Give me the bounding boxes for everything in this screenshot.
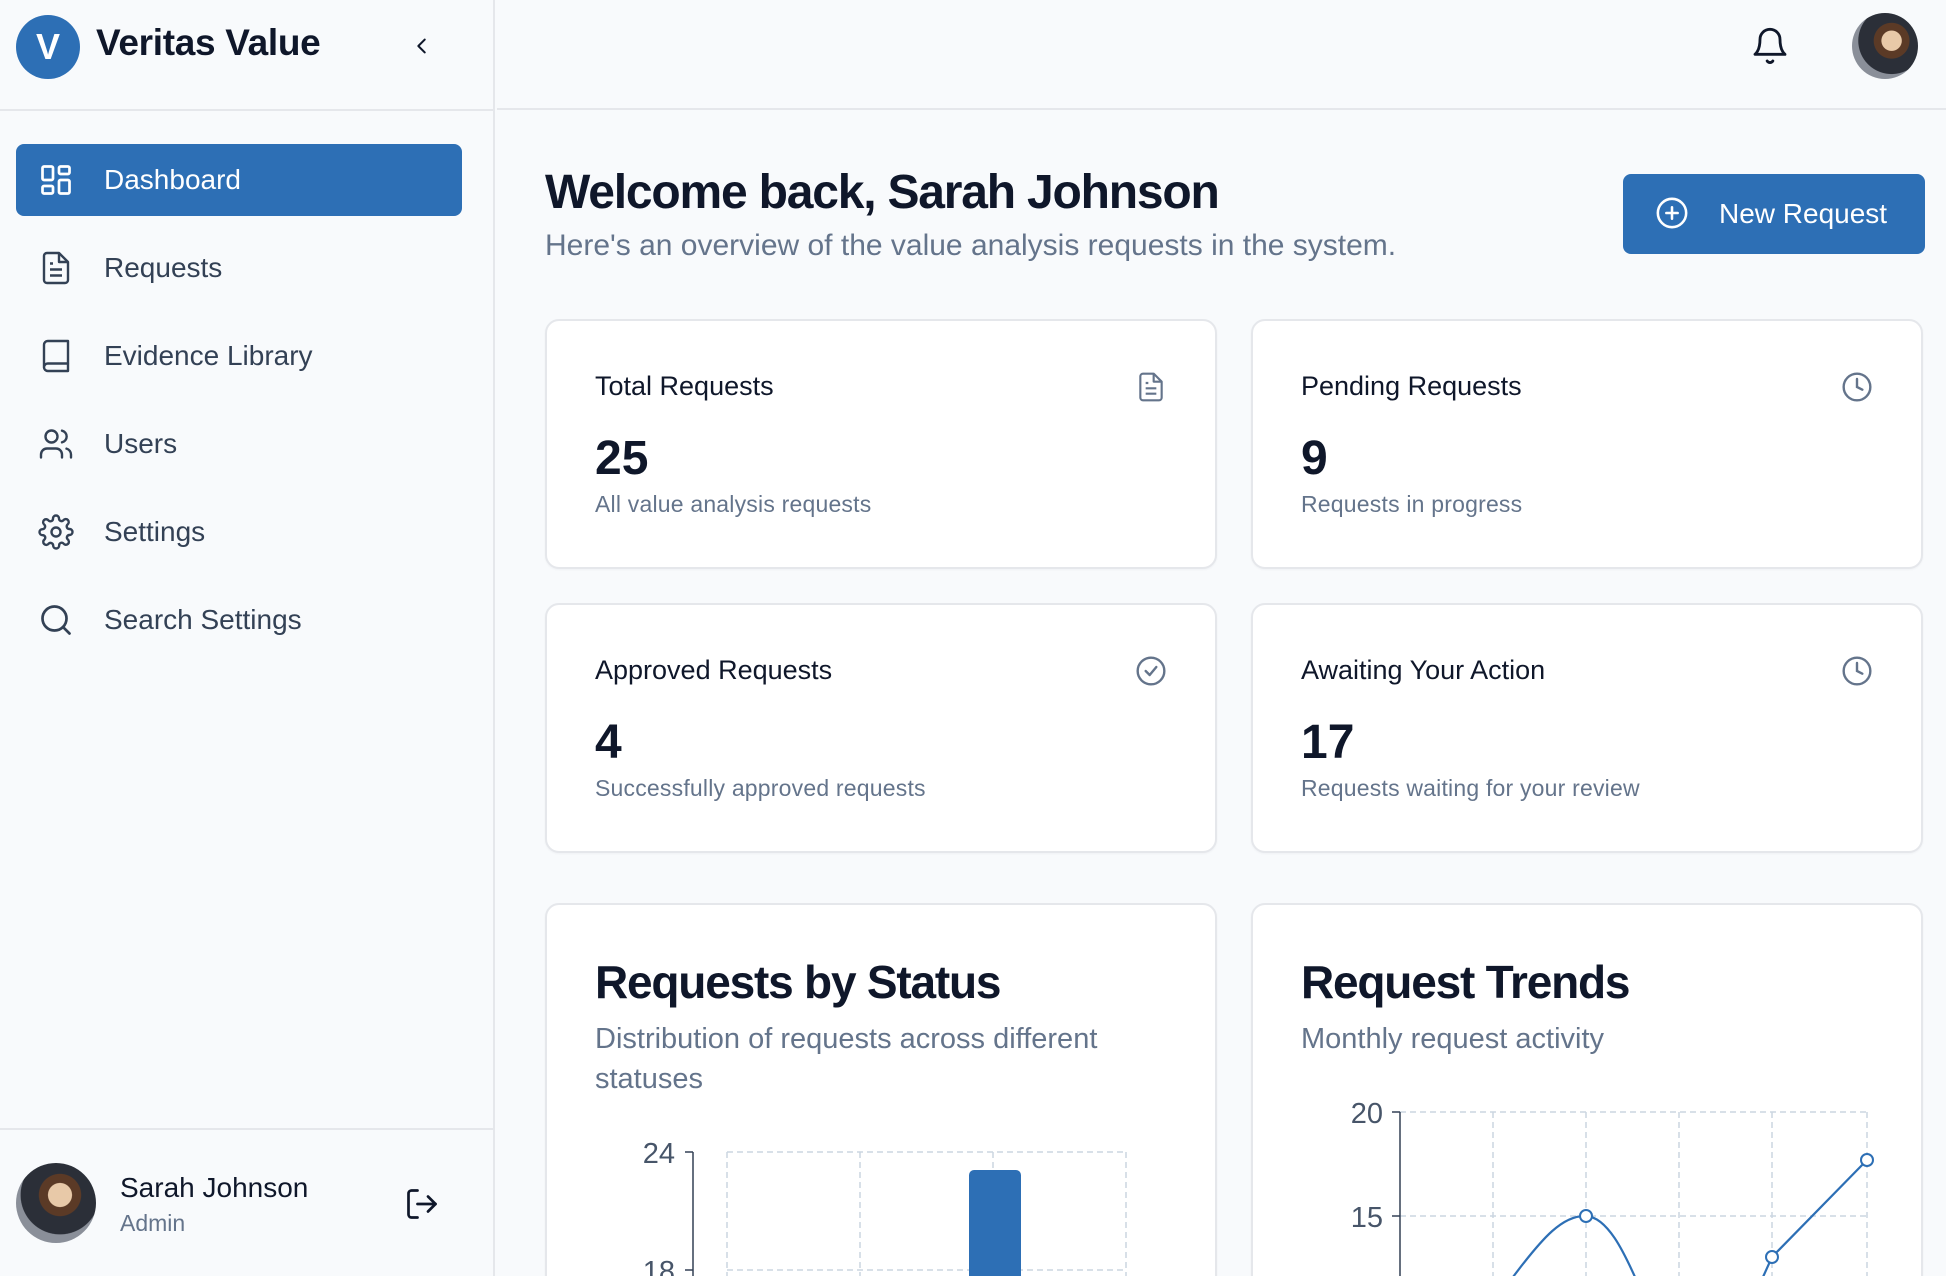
collapse-sidebar-button[interactable] (402, 26, 442, 66)
stat-value: 25 (595, 432, 649, 485)
new-request-label: New Request (1719, 198, 1888, 229)
user-profile: Sarah Johnson Admin (0, 1128, 495, 1276)
trend-point (1860, 1153, 1874, 1167)
clock-icon (1842, 372, 1872, 402)
brand-name: Veritas Value (96, 22, 321, 63)
plus-circle-icon (1656, 197, 1688, 229)
stat-card-awaiting: Awaiting Your Action 17 Requests waiting… (1251, 603, 1923, 853)
sidebar-item-label: Search Settings (104, 604, 302, 635)
y-tick-label: 24 (643, 1138, 675, 1170)
stat-description: Requests in progress (1301, 491, 1523, 517)
sidebar-item-users[interactable]: Users (16, 408, 462, 480)
sidebar-item-dashboard[interactable]: Dashboard (16, 144, 462, 216)
search-icon (41, 605, 71, 635)
trend-line (1512, 1214, 1636, 1276)
stat-card-approved: Approved Requests 4 Successfully approve… (545, 603, 1217, 853)
y-tick-label: 18 (643, 1256, 675, 1276)
brand-logo: V (16, 15, 80, 79)
stat-description: Requests waiting for your review (1301, 775, 1640, 801)
chevron-left-icon (417, 38, 426, 54)
sidebar-item-evidence-library[interactable]: Evidence Library (16, 320, 462, 392)
sidebar-item-label: Requests (104, 252, 223, 283)
sidebar: V Veritas Value Dashboard Requests Evide… (0, 0, 495, 1276)
sidebar-item-label: Dashboard (104, 164, 241, 195)
sidebar-item-settings[interactable]: Settings (16, 496, 462, 568)
dashboard-grid-icon (41, 165, 71, 195)
stat-title: Approved Requests (595, 655, 833, 685)
sidebar-item-label: Users (104, 428, 178, 459)
file-text-icon (42, 251, 70, 285)
users-icon (39, 429, 73, 459)
chart-card-trends: Request Trends Monthly request activity … (1251, 903, 1923, 1276)
avatar[interactable] (1852, 13, 1918, 79)
sidebar-nav: Dashboard Requests Evidence Library User… (16, 144, 462, 672)
brand-header: V Veritas Value (0, 0, 495, 111)
avatar (16, 1163, 96, 1243)
y-tick-label: 20 (1351, 1098, 1383, 1130)
sidebar-item-search-settings[interactable]: Search Settings (16, 584, 462, 656)
stat-title: Pending Requests (1301, 371, 1522, 401)
app-root: V Veritas Value Dashboard Requests Evide… (0, 0, 1946, 1276)
trends-line-chart: 20 15 (1351, 1098, 1874, 1276)
sidebar-item-requests[interactable]: Requests (16, 232, 462, 304)
y-tick-label: 15 (1351, 1202, 1383, 1234)
stat-description: All value analysis requests (595, 491, 872, 517)
page-subtitle: Here's an overview of the value analysis… (545, 229, 1397, 262)
status-bar-chart: 24 18 (643, 1138, 1127, 1276)
chart-bar (969, 1170, 1021, 1276)
new-request-button[interactable]: New Request (1623, 174, 1925, 254)
top-bar (497, 0, 1946, 110)
stat-value: 17 (1301, 716, 1355, 769)
trend-point (1765, 1250, 1779, 1264)
trend-point (1579, 1209, 1593, 1223)
check-circle-icon (1136, 656, 1166, 686)
logout-icon[interactable] (404, 1186, 440, 1222)
book-icon (42, 339, 70, 373)
stat-value: 4 (595, 716, 622, 769)
user-name: Sarah Johnson (120, 1172, 309, 1203)
stat-description: Successfully approved requests (595, 775, 926, 801)
stat-title: Total Requests (595, 371, 774, 401)
sidebar-item-label: Evidence Library (104, 340, 313, 371)
clock-icon (1842, 656, 1872, 686)
chart-card-status: Requests by Status Distribution of reque… (545, 903, 1217, 1276)
stat-card-pending: Pending Requests 9 Requests in progress (1251, 319, 1923, 569)
gear-icon (38, 514, 74, 550)
page-title: Welcome back, Sarah Johnson (545, 166, 1220, 219)
stat-value: 9 (1301, 432, 1328, 485)
file-text-icon (1139, 372, 1163, 402)
bell-icon[interactable] (1750, 26, 1790, 66)
stat-card-total: Total Requests 25 All value analysis req… (545, 319, 1217, 569)
stat-title: Awaiting Your Action (1301, 655, 1546, 685)
user-role: Admin (120, 1210, 186, 1236)
sidebar-item-label: Settings (104, 516, 206, 547)
